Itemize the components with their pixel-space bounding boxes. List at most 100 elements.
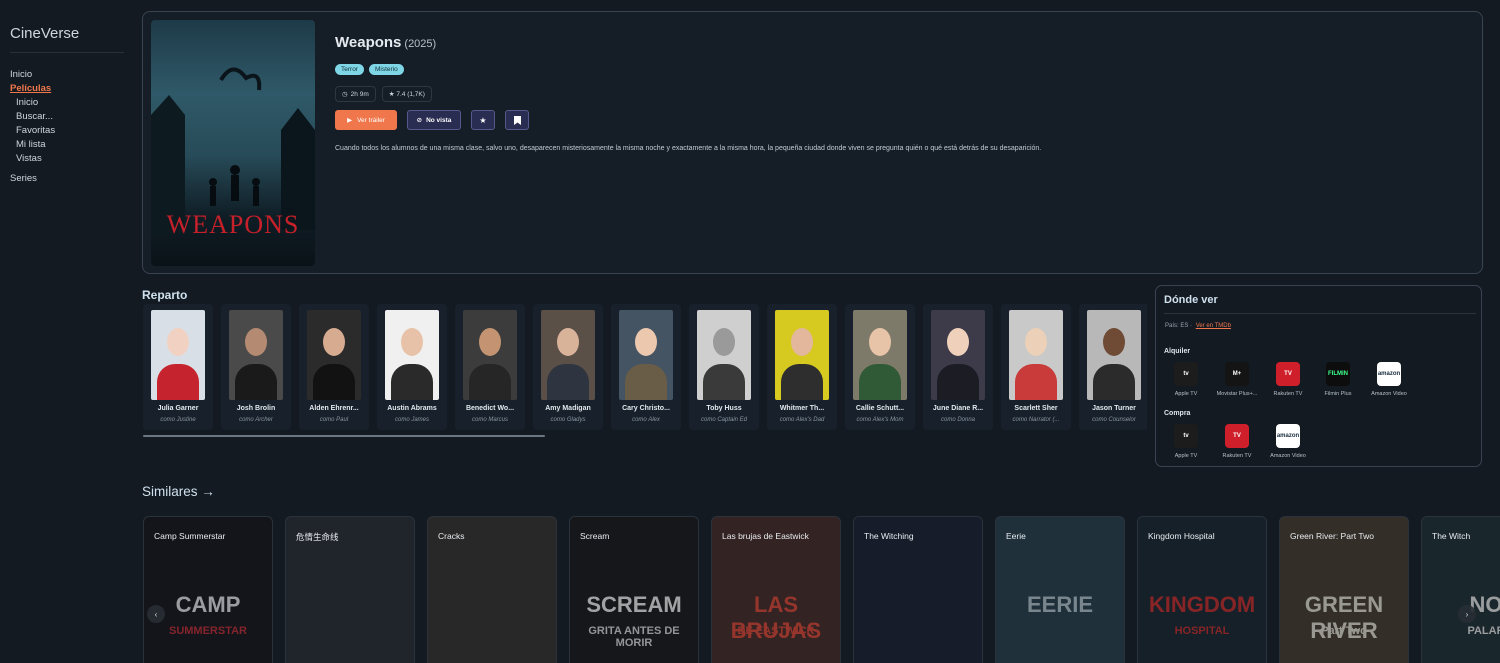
provider-rent[interactable]: amazon Amazon Video <box>1364 362 1414 397</box>
similar-title: The Witch <box>1432 531 1471 541</box>
cast-photo-body <box>703 364 745 400</box>
similar-heading[interactable]: Similares → <box>142 484 215 499</box>
cast-carousel[interactable]: Julia Garner como Justine Josh Brolin como … <box>143 304 1147 432</box>
nav-movies-favorites[interactable]: Favoritas <box>10 124 55 138</box>
cast-card[interactable]: Cary Christo... como Alex <box>611 304 681 430</box>
similar-title: 危情生命线 <box>296 532 339 542</box>
where-to-watch-panel: Dónde ver País: ES · Ver en TMDb Alquile… <box>1155 285 1482 467</box>
similar-card[interactable]: KINGDOM HOSPITAL Kingdom Hospital <box>1137 516 1267 663</box>
brand-logo[interactable]: CineVerse <box>10 25 79 42</box>
provider-name: Rakuten TV <box>1222 453 1252 459</box>
cast-card[interactable]: Austin Abrams como James <box>377 304 447 430</box>
cast-photo-head <box>947 328 969 356</box>
cast-photo <box>151 310 205 400</box>
similar-title: Cracks <box>438 531 465 541</box>
provider-buy[interactable]: tv Apple TV <box>1161 424 1211 459</box>
similar-card[interactable]: GREEN RIVER Part Two Green River: Part Two <box>1279 516 1409 663</box>
cast-card[interactable]: Julia Garner como Justine <box>143 304 213 430</box>
watchlist-button[interactable] <box>505 110 529 130</box>
nav-movies-my-list[interactable]: Mi lista <box>10 138 55 152</box>
nav-movies-search[interactable]: Buscar... <box>10 110 55 124</box>
cast-photo-head <box>167 328 189 356</box>
cast-name: Josh Brolin <box>236 405 276 412</box>
provider-buy[interactable]: amazon Amazon Video <box>1263 424 1313 459</box>
provider-rent[interactable]: TV Rakuten TV <box>1263 362 1313 397</box>
cast-card[interactable]: Alden Ehrenr... como Paul <box>299 304 369 430</box>
similar-card[interactable]: SCREAM GRITA ANTES DE MORIR Scream <box>569 516 699 663</box>
provider-logo: amazon <box>1276 424 1300 448</box>
nav-home[interactable]: Inicio <box>10 68 55 82</box>
cast-photo <box>463 310 517 400</box>
cast-photo <box>1009 310 1063 400</box>
cast-role: como Marcus <box>471 417 508 423</box>
similar-title: Kingdom Hospital <box>1148 531 1215 541</box>
cast-scrollbar[interactable] <box>143 435 545 437</box>
provider-rent[interactable]: FILMIN Filmin Plus <box>1313 362 1363 397</box>
movie-synopsis: Cuando todos los alumnos de una misma cl… <box>335 145 1042 152</box>
cast-card[interactable]: Scarlett Sher como Narrator (... <box>1001 304 1071 430</box>
divider <box>10 52 124 53</box>
cast-card[interactable]: Amy Madigan como Gladys <box>533 304 603 430</box>
similar-card[interactable]: Cracks <box>427 516 557 663</box>
nav-series[interactable]: Series <box>10 172 55 186</box>
rating-chip: ★ 7.4 (1,7K) <box>381 86 432 102</box>
cast-name: Callie Schutt... <box>855 405 905 412</box>
provider-rent[interactable]: tv Apple TV <box>1161 362 1211 397</box>
favorite-button[interactable]: ★ <box>471 110 495 130</box>
cast-photo-head <box>323 328 345 356</box>
cast-photo-body <box>313 364 355 400</box>
similar-carousel[interactable]: CAMP SUMMERSTAR Camp Summerstar 危情生命线 Cracks… <box>143 516 1500 663</box>
similar-card[interactable]: 危情生命线 <box>285 516 415 663</box>
provider-logo: M+ <box>1225 362 1249 386</box>
nav-movies[interactable]: Películas <box>10 82 55 96</box>
tmdb-link[interactable]: Ver en TMDb <box>1196 323 1231 329</box>
carousel-prev-button[interactable]: ‹ <box>147 605 165 623</box>
provider-name: Apple TV <box>1174 391 1198 397</box>
similar-card[interactable]: The Witching <box>853 516 983 663</box>
similar-title: Camp Summerstar <box>154 531 226 541</box>
nav-movies-home[interactable]: Inicio <box>10 96 55 110</box>
cast-card[interactable]: Josh Brolin como Archer <box>221 304 291 430</box>
similar-title: Scream <box>580 531 610 541</box>
cast-role: como Captain Ed <box>700 417 748 423</box>
cast-name: Cary Christo... <box>622 405 670 412</box>
provider-logo: FILMIN <box>1326 362 1350 386</box>
watch-trailer-button[interactable]: ▶ Ver tráiler <box>335 110 397 130</box>
cast-card[interactable]: June Diane R... como Donna <box>923 304 993 430</box>
provider-buy[interactable]: TV Rakuten TV <box>1212 424 1262 459</box>
cast-card[interactable]: Callie Schutt... como Alex's Mom <box>845 304 915 430</box>
cast-photo-body <box>781 364 823 400</box>
similar-card[interactable]: EERIE Eerie <box>995 516 1125 663</box>
trailer-label: Ver tráiler <box>357 116 385 124</box>
star-icon: ★ <box>479 115 487 125</box>
runtime-chip: ◷ 2h 9m <box>335 86 376 102</box>
similar-card[interactable]: NOPALARThe Witch <box>1421 516 1500 663</box>
provider-logo: amazon <box>1377 362 1401 386</box>
where-to-watch-title: Dónde ver <box>1164 294 1218 306</box>
provider-rent[interactable]: M+ Movistar Plus+... <box>1212 362 1262 397</box>
similar-card[interactable]: CAMP SUMMERSTAR Camp Summerstar <box>143 516 273 663</box>
cast-photo-body <box>1093 364 1135 400</box>
cast-photo-body <box>235 364 277 400</box>
cast-photo <box>775 310 829 400</box>
cast-photo-body <box>157 364 199 400</box>
carousel-next-button[interactable]: › <box>1458 605 1476 623</box>
genre-badge[interactable]: Terror <box>335 64 364 75</box>
watched-toggle-button[interactable]: ⊘ No vista <box>407 110 461 130</box>
cast-role: como Donna <box>940 417 976 423</box>
provider-name: Amazon Video <box>1270 453 1306 459</box>
cast-role: como James <box>394 417 429 423</box>
divider <box>1164 313 1476 314</box>
cast-card[interactable]: Benedict Wo... como Marcus <box>455 304 525 430</box>
cast-role: como Justine <box>160 417 196 423</box>
cast-card[interactable]: Toby Huss como Captain Ed <box>689 304 759 430</box>
runtime-text: 2h 9m <box>350 90 369 98</box>
movie-title: Weapons (2025) <box>335 34 436 51</box>
nav-movies-watched[interactable]: Vistas <box>10 152 55 166</box>
similar-card[interactable]: LAS BRUJAS DE EASTWICK Las brujas de Eastw… <box>711 516 841 663</box>
cast-card[interactable]: Jason Turner como Counselor <box>1079 304 1147 430</box>
genre-badge[interactable]: Misterio <box>368 64 404 75</box>
cast-role: como Alex's Dad <box>779 417 825 423</box>
cast-card[interactable]: Whitmer Th... como Alex's Dad <box>767 304 837 430</box>
cast-role: como Counselor <box>1092 417 1136 423</box>
